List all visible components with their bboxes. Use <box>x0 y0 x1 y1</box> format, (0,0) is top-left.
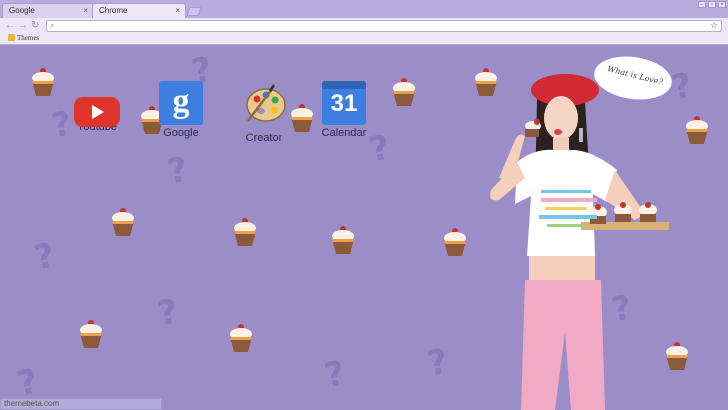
app-calendar[interactable]: 31 Calendar <box>309 81 379 139</box>
bookmark-label: Themes <box>17 34 40 42</box>
tab-strip: Google × Chrome × – ▫ × <box>0 0 728 18</box>
new-tab-page: ? ? ? ? ? ? ? ? ? ? ? Youtube g Google C… <box>0 45 728 410</box>
new-tab-button[interactable] <box>186 7 202 16</box>
address-bar[interactable]: ⌕ ☆ <box>46 20 722 32</box>
tab-close-icon[interactable]: × <box>175 6 180 15</box>
bookmark-themes[interactable]: Themes <box>8 34 39 42</box>
cupcake-decoration <box>32 68 54 96</box>
cupcake-decoration <box>80 320 102 348</box>
question-mark-decoration: ? <box>154 291 182 335</box>
maximize-button[interactable]: ▫ <box>708 1 716 8</box>
calendar-date: 31 <box>330 90 358 117</box>
tab-close-icon[interactable]: × <box>83 6 88 15</box>
cupcake-decoration <box>332 226 354 254</box>
reload-icon[interactable]: ↻ <box>31 20 39 32</box>
app-label: Google <box>163 127 199 139</box>
tab-label: Chrome <box>99 6 128 15</box>
minimize-button[interactable]: – <box>698 1 706 8</box>
question-mark-decoration: ? <box>164 149 192 193</box>
toolbar: ← → ↻ ⌕ ☆ <box>0 18 728 34</box>
app-google[interactable]: g Google <box>146 81 216 139</box>
app-label: Calendar <box>321 127 367 139</box>
cupcake-decoration <box>112 208 134 236</box>
app-label: Creator <box>245 132 283 144</box>
palette-icon <box>246 84 286 122</box>
tab-label: Google <box>9 6 35 15</box>
forward-arrow-icon[interactable]: → <box>18 20 28 32</box>
themes-icon <box>8 34 15 41</box>
google-icon: g <box>159 81 203 125</box>
cupcake-decoration <box>686 116 708 144</box>
question-mark-decoration: ? <box>321 353 349 397</box>
question-mark-decoration: ? <box>31 235 59 279</box>
question-mark-decoration: ? <box>424 341 452 385</box>
bookmarks-bar: Themes <box>0 34 728 45</box>
calendar-icon: 31 <box>322 81 366 125</box>
youtube-icon <box>74 97 120 127</box>
cupcake-decoration <box>393 78 415 106</box>
app-creator[interactable]: Creator <box>229 81 299 144</box>
bookmark-star-icon[interactable]: ☆ <box>710 20 718 31</box>
back-arrow-icon[interactable]: ← <box>5 20 15 32</box>
tab-google[interactable]: Google × <box>2 3 94 18</box>
tab-chrome[interactable]: Chrome × <box>92 3 186 18</box>
search-icon: ⌕ <box>50 21 55 30</box>
cupcake-decoration <box>234 218 256 246</box>
status-bar: themebeta.com <box>0 398 162 410</box>
cupcake-decoration <box>230 324 252 352</box>
close-window-button[interactable]: × <box>718 1 726 8</box>
window-controls: – ▫ × <box>698 1 726 8</box>
browser-chrome: Google × Chrome × – ▫ × ← → ↻ ⌕ ☆ Themes <box>0 0 728 45</box>
app-youtube[interactable]: Youtube <box>62 81 132 133</box>
girl-photo <box>490 74 669 410</box>
